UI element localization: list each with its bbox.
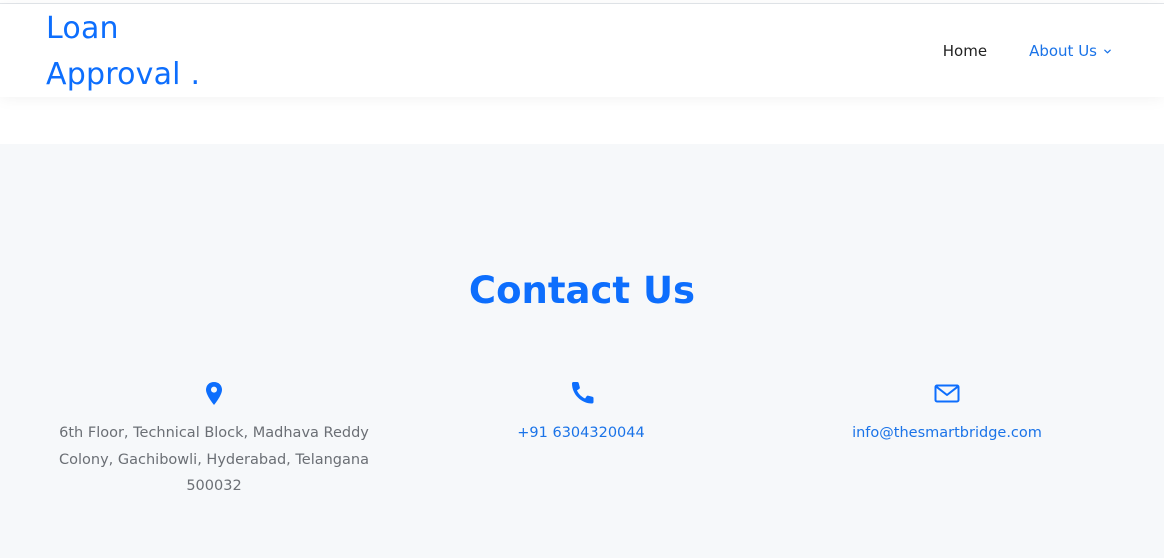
main-nav: Home About Us <box>943 42 1112 60</box>
nav-home-link[interactable]: Home <box>943 42 987 60</box>
site-header: Loan Approval . Home About Us <box>0 4 1164 97</box>
logo-line-2: Approval . <box>46 57 201 92</box>
email-link[interactable]: info@thesmartbridge.com <box>826 420 1068 447</box>
contact-email: info@thesmartbridge.com <box>826 377 1068 447</box>
chevron-down-icon <box>1104 49 1111 53</box>
envelope-icon <box>934 384 960 403</box>
address-text: 6th Floor, Technical Block, Madhava Redd… <box>59 425 369 494</box>
phone-icon <box>572 382 594 404</box>
contact-address: 6th Floor, Technical Block, Madhava Redd… <box>52 377 376 500</box>
contact-phone: +91 6304320044 <box>480 377 682 447</box>
contact-title: Contact Us <box>468 269 696 312</box>
site-logo[interactable]: Loan Approval . <box>46 6 246 98</box>
map-marker-icon <box>206 382 222 405</box>
contact-section: Contact Us 6th Floor, Technical Block, M… <box>0 144 1164 558</box>
nav-about-us-dropdown[interactable]: About Us <box>1029 42 1112 60</box>
phone-link[interactable]: +91 6304320044 <box>480 420 682 447</box>
nav-about-us-label: About Us <box>1029 42 1097 60</box>
logo-line-1: Loan <box>46 11 119 46</box>
